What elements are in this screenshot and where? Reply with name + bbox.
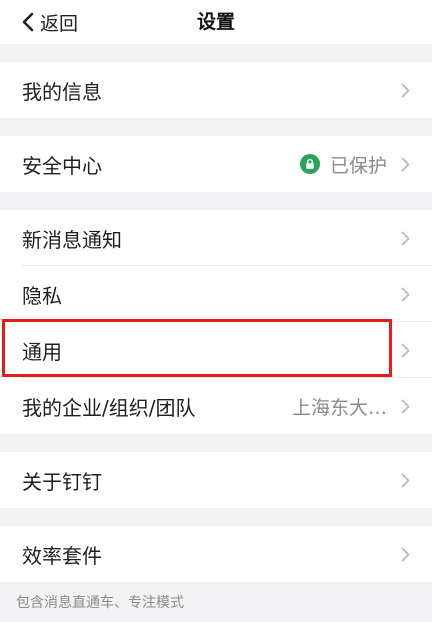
chevron-right-icon [401, 231, 410, 245]
settings-item-organization[interactable]: 我的企业/组织/团队 上海东大… [0, 378, 432, 434]
settings-item-my-info[interactable]: 我的信息 [0, 62, 432, 118]
settings-item-label: 我的信息 [22, 79, 102, 104]
settings-group-profile: 我的信息 [0, 62, 432, 118]
chevron-right-icon [401, 399, 410, 413]
settings-item-efficiency-suite[interactable]: 效率套件 [0, 526, 432, 582]
security-status: 已保护 [299, 151, 387, 178]
organization-name: 上海东大… [291, 396, 387, 419]
section-gap [0, 192, 432, 210]
chevron-right-icon [401, 473, 410, 487]
settings-item-label: 效率套件 [22, 543, 102, 568]
chevron-right-icon [401, 157, 410, 171]
settings-item-label: 我的企业/组织/团队 [22, 395, 196, 420]
settings-item-notifications[interactable]: 新消息通知 [0, 210, 432, 266]
section-gap [0, 508, 432, 526]
settings-item-label: 关于钉钉 [22, 469, 102, 494]
security-status-text: 已保护 [329, 154, 387, 177]
settings-item-general[interactable]: 通用 [0, 322, 432, 378]
settings-item-security-center[interactable]: 安全中心 已保护 [0, 136, 432, 192]
navigation-bar: 返回 设置 [0, 0, 432, 44]
settings-item-label: 安全中心 [22, 153, 102, 178]
chevron-right-icon [401, 287, 410, 301]
settings-group-about: 关于钉钉 [0, 452, 432, 508]
settings-item-label: 新消息通知 [22, 227, 122, 252]
settings-item-privacy[interactable]: 隐私 [0, 266, 432, 322]
settings-item-label: 通用 [22, 339, 62, 364]
chevron-right-icon [401, 343, 410, 357]
section-gap [0, 118, 432, 136]
page-title: 设置 [196, 11, 235, 33]
settings-item-about[interactable]: 关于钉钉 [0, 452, 432, 508]
chevron-right-icon [401, 547, 410, 561]
settings-group-efficiency: 效率套件 [0, 526, 432, 582]
section-gap [0, 434, 432, 452]
settings-group-security: 安全中心 已保护 [0, 136, 432, 192]
settings-item-label: 隐私 [22, 283, 62, 308]
efficiency-suite-hint: 包含消息直通车、专注模式 [0, 582, 432, 622]
section-gap [0, 44, 432, 62]
lock-icon [299, 154, 320, 174]
chevron-right-icon [401, 83, 410, 97]
settings-group-general: 新消息通知 隐私 通用 我的企业/组织/团队 上海东大… [0, 210, 432, 434]
